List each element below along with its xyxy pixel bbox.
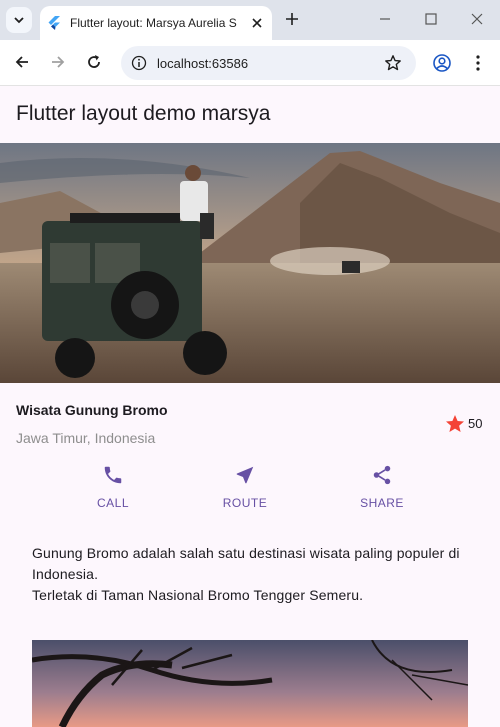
close-icon[interactable] xyxy=(250,16,264,30)
phone-icon xyxy=(104,466,122,484)
navigation-icon xyxy=(236,466,254,484)
description-line-2: Terletak di Taman Nasional Bromo Tengger… xyxy=(32,587,364,603)
site-info-icon[interactable] xyxy=(131,55,147,71)
place-location: Jawa Timur, Indonesia xyxy=(16,430,156,446)
window-close-icon[interactable] xyxy=(468,10,486,28)
browser-tab-bar: Flutter layout: Marsya Aurelia S xyxy=(0,0,500,40)
browser-tab[interactable]: Flutter layout: Marsya Aurelia S xyxy=(40,6,272,40)
tab-title: Flutter layout: Marsya Aurelia S xyxy=(70,16,237,30)
secondary-image xyxy=(32,640,468,727)
share-button-label: SHARE xyxy=(360,496,404,510)
hero-image xyxy=(0,143,500,383)
profile-icon[interactable] xyxy=(432,53,452,73)
flutter-logo-icon xyxy=(48,16,60,30)
route-button-label: ROUTE xyxy=(222,496,268,510)
action-buttons: CALL ROUTE SHARE xyxy=(0,460,500,520)
rating-count: 50 xyxy=(468,416,483,431)
description-line-1: Gunung Bromo adalah salah satu destinasi… xyxy=(32,545,460,582)
minimize-icon[interactable] xyxy=(376,10,394,28)
call-button[interactable]: CALL xyxy=(73,460,153,510)
chevron-down-icon xyxy=(14,17,24,24)
new-tab-icon[interactable] xyxy=(283,10,301,28)
browser-toolbar: localhost:63586 xyxy=(0,40,500,86)
share-button[interactable]: SHARE xyxy=(342,460,422,510)
more-menu-icon[interactable] xyxy=(470,53,486,73)
description-text: Gunung Bromo adalah salah satu destinasi… xyxy=(32,543,472,606)
call-button-label: CALL xyxy=(96,496,130,510)
app-bar: Flutter layout demo marsya xyxy=(0,87,500,143)
page-title: Flutter layout demo marsya xyxy=(16,102,271,125)
route-button[interactable]: ROUTE xyxy=(205,460,285,510)
back-arrow-icon[interactable] xyxy=(13,53,31,71)
maximize-icon[interactable] xyxy=(422,10,440,28)
url-text: localhost:63586 xyxy=(157,56,249,71)
share-icon xyxy=(373,465,391,485)
title-section: Wisata Gunung Bromo Jawa Timur, Indonesi… xyxy=(0,383,500,453)
reload-icon[interactable] xyxy=(85,53,103,71)
address-bar[interactable]: localhost:63586 xyxy=(121,46,416,80)
forward-arrow-icon[interactable] xyxy=(49,53,67,71)
star-icon xyxy=(446,415,464,432)
tab-search-button[interactable] xyxy=(6,7,32,33)
place-name: Wisata Gunung Bromo xyxy=(16,402,168,418)
bookmark-star-icon[interactable] xyxy=(384,54,402,72)
